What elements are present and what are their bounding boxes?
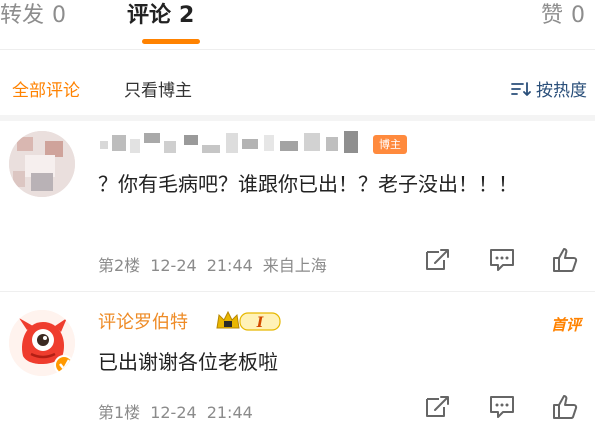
level-text: I [256,315,264,331]
comment-icon[interactable] [488,393,516,421]
comment-filter-bar: 全部评论 只看博主 按热度 [0,50,595,115]
tab-like-count: 0 [571,3,585,28]
comment-item: 评论罗伯特 I 首评 已出谢谢各位老板啦 第1楼 12-24 21:44 [0,292,595,432]
repost-icon[interactable] [423,393,451,421]
tab-comment-count: 2 [179,3,195,28]
sort-label: 按热度 [536,81,587,101]
comment-meta: 第2楼 12-24 21:44 来自上海 [98,252,337,276]
first-comment-badge: 首评 [550,316,581,334]
comment-item: 博主 ？你有毛病吧？谁跟你已出！？老子没出！！！ 第2楼 12-24 21:44 来自… [0,121,595,292]
tab-repost-count: 0 [52,3,67,28]
blogger-badge: 博主 [373,135,407,154]
floor-number: 第2楼 [98,256,141,275]
tab-repost[interactable]: 转发 0 [0,2,66,30]
tab-like[interactable]: 赞0 [541,2,585,30]
comment-actions [423,393,583,423]
comment-location: 来自上海 [262,256,327,275]
avatar[interactable] [9,131,75,197]
comment-actions [423,246,583,276]
comment-text: 已出谢谢各位老板啦 [98,350,278,374]
tab-repost-label: 转发 [0,3,45,28]
like-icon[interactable] [551,393,579,421]
comment-meta: 第1楼 12-24 21:44 [98,399,263,423]
sort-icon [511,81,531,96]
comment-text: ？你有毛病吧？谁跟你已出！？老子没出！！！ [98,172,518,196]
comment-time: 21:44 [206,256,253,275]
active-tab-indicator [142,39,200,44]
tab-comment[interactable]: 评论 2 [127,2,194,30]
comment-date: 12-24 [150,403,197,422]
floor-number: 第1楼 [98,403,141,422]
filter-all-comments[interactable]: 全部评论 [12,76,80,101]
tab-bar: 转发 0 评论 2 赞0 [0,0,595,50]
tab-comment-label: 评论 [127,3,172,28]
comment-icon[interactable] [488,246,516,274]
avatar[interactable] [9,310,75,376]
comment-date: 12-24 [150,256,197,275]
filter-blogger-only[interactable]: 只看博主 [124,76,192,101]
crown-icon: I [216,310,281,331]
username[interactable]: 评论罗伯特 [98,308,188,334]
blurred-username [100,131,358,153]
tab-like-label: 赞 [540,3,563,28]
comment-time: 21:44 [206,403,253,422]
sort-by-hot-button[interactable]: 按热度 [511,76,587,101]
like-icon[interactable] [551,246,579,274]
repost-icon[interactable] [423,246,451,274]
